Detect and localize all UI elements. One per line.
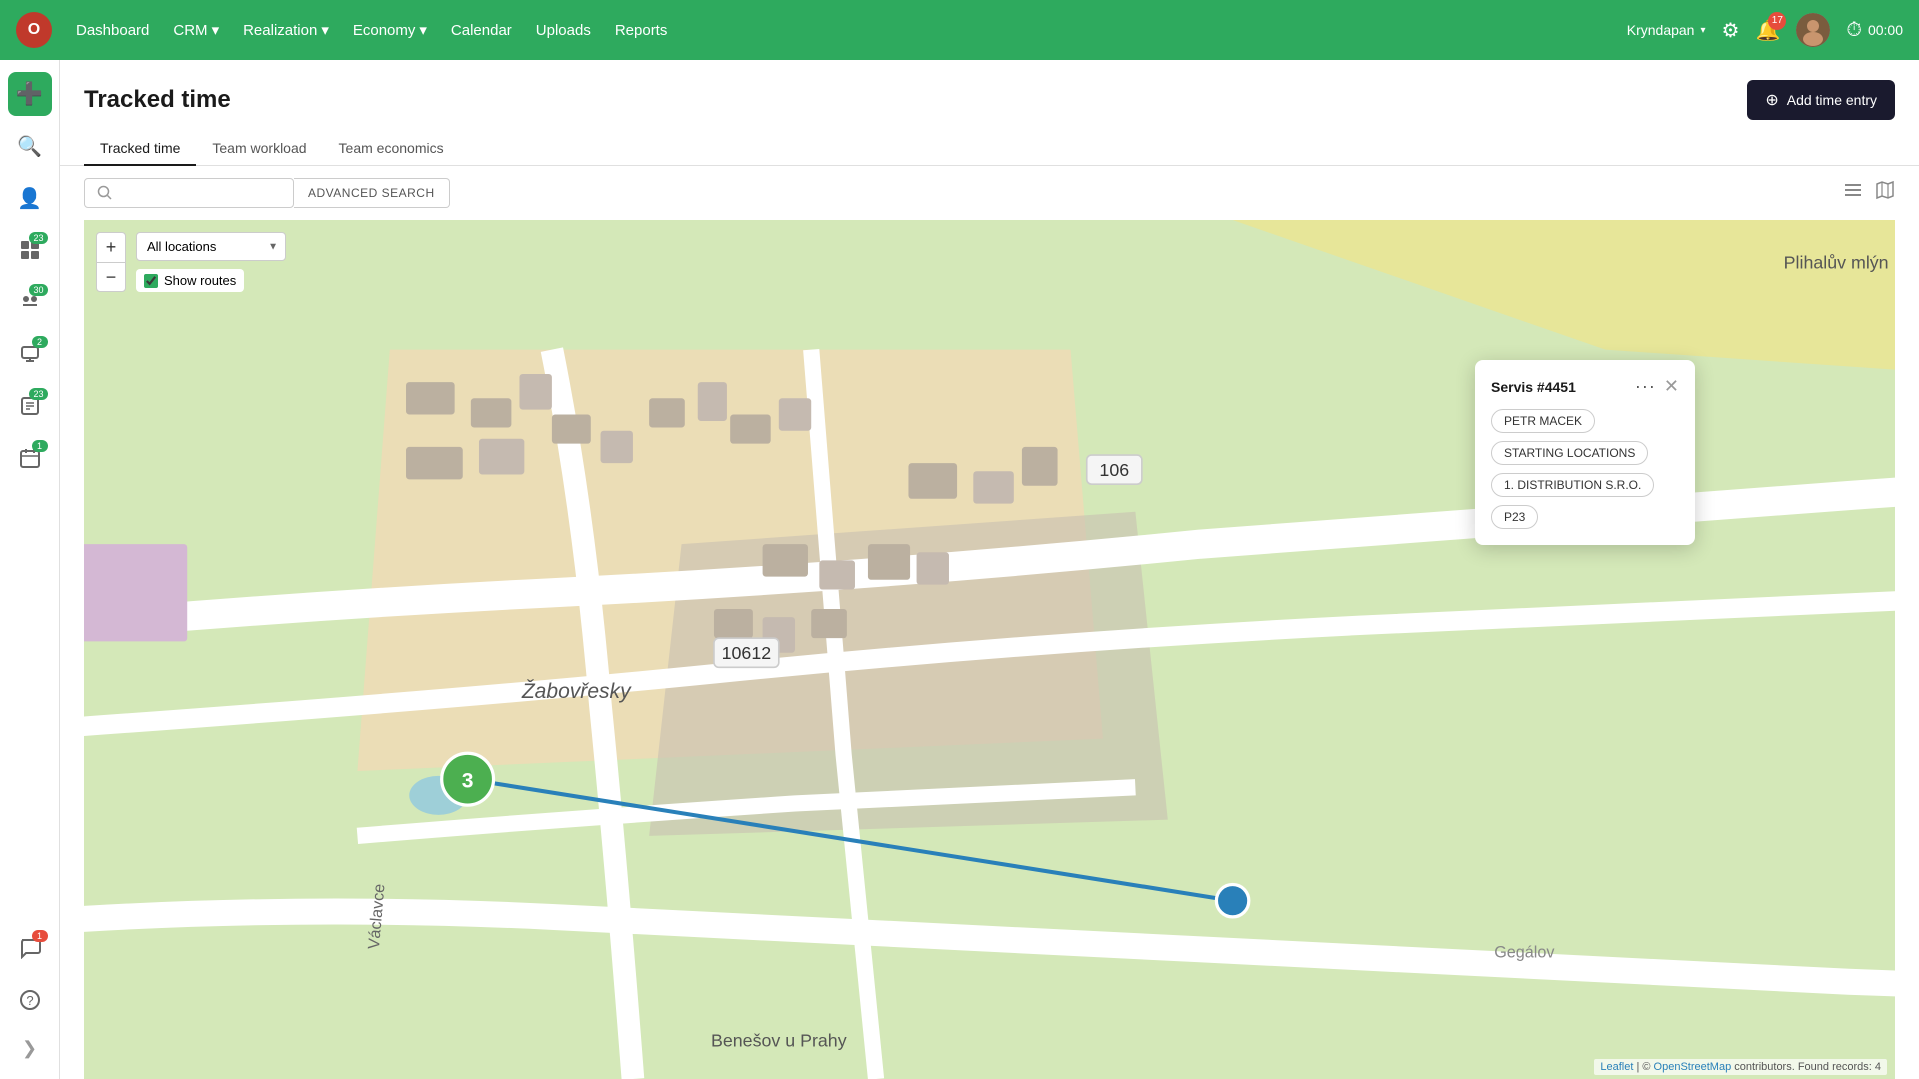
- search-area: ADVANCED SEARCH: [84, 178, 450, 208]
- sidebar-reports-btn[interactable]: 23: [8, 384, 52, 428]
- clock-icon: ⏱: [1846, 19, 1862, 42]
- popup-tag-company: 1. DISTRIBUTION S.R.O.: [1491, 473, 1654, 497]
- popup-tag-location: STARTING LOCATIONS: [1491, 441, 1648, 465]
- map-zoom-controls: + −: [96, 232, 126, 292]
- add-time-entry-button[interactable]: ⊕ Add time entry: [1747, 80, 1895, 120]
- sidebar-chat-btn[interactable]: 1: [8, 926, 52, 970]
- nav-uploads[interactable]: Uploads: [536, 22, 591, 39]
- user-menu[interactable]: Kryndapan ▾: [1627, 22, 1706, 38]
- location-select-wrap: All locations Location 1 Location 2: [136, 232, 286, 261]
- realization-dropdown-icon: ▾: [321, 21, 329, 39]
- advanced-search-button[interactable]: ADVANCED SEARCH: [294, 178, 450, 208]
- toolbar-right: [1843, 180, 1895, 206]
- location-select[interactable]: All locations Location 1 Location 2: [136, 232, 286, 261]
- sidebar-packages-btn[interactable]: 30: [8, 280, 52, 324]
- chat-badge: 1: [32, 930, 48, 942]
- nav-dashboard[interactable]: Dashboard: [76, 22, 149, 39]
- search-icon: [97, 185, 113, 201]
- attribution-text: | ©: [1636, 1061, 1653, 1073]
- timer-value: 00:00: [1868, 22, 1903, 38]
- username-label: Kryndapan: [1627, 22, 1695, 38]
- notification-count-badge: 17: [1768, 12, 1786, 30]
- popup-tag-person: PETR MACEK: [1491, 409, 1595, 433]
- popup-title: Servis #4451: [1491, 379, 1576, 395]
- svg-text:Plihalův mlýn: Plihalův mlýn: [1784, 253, 1889, 273]
- page-tabs: Tracked time Team workload Team economic…: [60, 120, 1919, 166]
- sidebar-collapse-btn[interactable]: ❯: [14, 1030, 45, 1067]
- left-sidebar: ➕ 🔍 👤 23 30 2 23 1 1 ? ❯: [0, 60, 60, 1079]
- zoom-in-button[interactable]: +: [96, 232, 126, 262]
- reports-badge: 23: [29, 388, 47, 400]
- sidebar-calendar-btn[interactable]: 1: [8, 436, 52, 480]
- user-dropdown-icon: ▾: [1700, 25, 1705, 36]
- tab-team-economics[interactable]: Team economics: [323, 132, 460, 166]
- svg-text:?: ?: [26, 993, 33, 1008]
- map-view-icon[interactable]: [1875, 180, 1895, 206]
- popup-close-button[interactable]: ✕: [1664, 376, 1679, 397]
- sidebar-search-btn[interactable]: 🔍: [8, 124, 52, 168]
- svg-text:Žabovřesky: Žabovřesky: [521, 680, 632, 703]
- svg-text:Benešov u Prahy: Benešov u Prahy: [711, 1031, 847, 1051]
- tasks-badge: 23: [29, 232, 47, 244]
- main-content: Tracked time ⊕ Add time entry Tracked ti…: [60, 60, 1919, 1079]
- alerts-badge: 2: [32, 336, 48, 348]
- nav-reports[interactable]: Reports: [615, 22, 668, 39]
- topnav-right: Kryndapan ▾ ⚙ 🔔 17 ⏱ 00:00: [1627, 13, 1903, 47]
- popup-tag-code: P23: [1491, 505, 1538, 529]
- popup-header: Servis #4451 ··· ✕: [1491, 376, 1679, 397]
- sidebar-help-btn[interactable]: ?: [8, 978, 52, 1022]
- search-input[interactable]: [121, 185, 281, 201]
- tab-tracked-time[interactable]: Tracked time: [84, 132, 196, 166]
- map-svg: 106 10612 Žabovřesky Václavce Benešov u …: [84, 220, 1895, 1079]
- nav-crm[interactable]: CRM ▾: [173, 21, 219, 39]
- svg-text:106: 106: [1099, 460, 1129, 480]
- calendar-badge: 1: [32, 440, 48, 452]
- notifications-bell[interactable]: 🔔 17: [1755, 18, 1780, 43]
- show-routes-toggle[interactable]: Show routes: [136, 269, 244, 292]
- app-logo[interactable]: O: [16, 12, 52, 48]
- show-routes-label: Show routes: [164, 273, 236, 288]
- nav-economy[interactable]: Economy ▾: [353, 21, 427, 39]
- attribution-suffix: contributors. Found records: 4: [1734, 1061, 1881, 1073]
- svg-text:3: 3: [462, 769, 474, 792]
- page-header: Tracked time ⊕ Add time entry: [60, 60, 1919, 120]
- tab-team-workload[interactable]: Team workload: [196, 132, 322, 166]
- leaflet-link[interactable]: Leaflet: [1600, 1061, 1633, 1073]
- crm-dropdown-icon: ▾: [212, 21, 220, 39]
- popup-tags: PETR MACEK STARTING LOCATIONS 1. DISTRIB…: [1491, 409, 1679, 529]
- add-time-plus-icon: ⊕: [1765, 90, 1778, 110]
- show-routes-checkbox[interactable]: [144, 274, 158, 288]
- top-navigation: O Dashboard CRM ▾ Realization ▾ Economy …: [0, 0, 1919, 60]
- avatar[interactable]: [1796, 13, 1830, 47]
- location-filter: All locations Location 1 Location 2 Show…: [136, 232, 286, 292]
- svg-text:10612: 10612: [722, 643, 772, 663]
- map-popup: Servis #4451 ··· ✕ PETR MACEK STARTING L…: [1475, 360, 1695, 545]
- sidebar-add-btn[interactable]: ➕: [8, 72, 52, 116]
- add-time-entry-label: Add time entry: [1787, 92, 1877, 108]
- osm-link[interactable]: OpenStreetMap: [1654, 1061, 1732, 1073]
- map-background: 106 10612 Žabovřesky Václavce Benešov u …: [84, 220, 1895, 1079]
- settings-icon[interactable]: ⚙: [1722, 18, 1740, 43]
- sidebar-alerts-btn[interactable]: 2: [8, 332, 52, 376]
- map-attribution: Leaflet | © OpenStreetMap contributors. …: [1594, 1059, 1887, 1075]
- sidebar-tasks-btn[interactable]: 23: [8, 228, 52, 272]
- page-title: Tracked time: [84, 86, 231, 114]
- popup-more-button[interactable]: ···: [1635, 376, 1656, 397]
- nav-calendar[interactable]: Calendar: [451, 22, 512, 39]
- search-box[interactable]: [84, 178, 294, 208]
- timer-display[interactable]: ⏱ 00:00: [1846, 19, 1903, 42]
- packages-badge: 30: [29, 284, 47, 296]
- sidebar-bottom: 1 ? ❯: [8, 926, 52, 1067]
- economy-dropdown-icon: ▾: [419, 21, 427, 39]
- zoom-out-button[interactable]: −: [96, 262, 126, 292]
- list-view-icon[interactable]: [1843, 180, 1863, 206]
- svg-text:Gegálov: Gegálov: [1494, 943, 1555, 961]
- sidebar-user-btn[interactable]: 👤: [8, 176, 52, 220]
- toolbar: ADVANCED SEARCH: [60, 166, 1919, 220]
- nav-realization[interactable]: Realization ▾: [243, 21, 329, 39]
- map-container[interactable]: 106 10612 Žabovřesky Václavce Benešov u …: [84, 220, 1895, 1079]
